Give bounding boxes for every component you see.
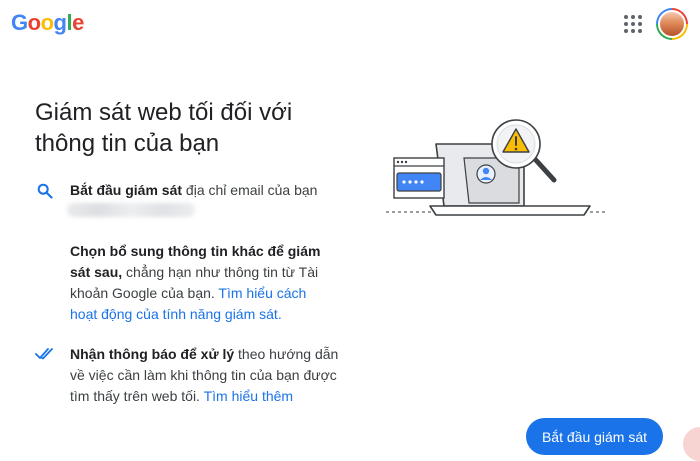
step1-bold: Bắt đầu giám sát bbox=[70, 182, 183, 198]
start-monitoring-button[interactable]: Bắt đầu giám sát bbox=[526, 418, 663, 455]
google-logo[interactable]: Google bbox=[11, 10, 84, 36]
logo-letter: o bbox=[40, 10, 54, 35]
search-icon bbox=[37, 183, 53, 199]
learn-more-link[interactable]: Tìm hiểu thêm bbox=[204, 388, 293, 404]
laptop-base-icon bbox=[429, 205, 591, 216]
dark-web-laptop-illustration bbox=[386, 119, 606, 216]
avatar-image bbox=[658, 10, 686, 38]
step-start-monitoring: Bắt đầu giám sát địa chỉ email của bạn bbox=[70, 180, 350, 201]
logo-letter: g bbox=[53, 10, 67, 35]
page-title: Giám sát web tối đối với thông tin của b… bbox=[35, 99, 293, 157]
google-apps-icon[interactable] bbox=[624, 15, 642, 33]
account-avatar[interactable] bbox=[656, 8, 688, 40]
step1-text: địa chỉ email của bạn bbox=[182, 182, 318, 198]
logo-letter: o bbox=[27, 10, 41, 35]
step-choose-more-info: Chọn bổ sung thông tin khác để giám sát … bbox=[70, 241, 335, 325]
logo-letter: G bbox=[11, 10, 28, 35]
step3-bold: Nhận thông báo để xử lý bbox=[70, 346, 235, 362]
magnifier-handle bbox=[531, 155, 557, 183]
double-check-icon bbox=[35, 348, 53, 360]
blurred-email bbox=[67, 203, 195, 217]
help-fab[interactable] bbox=[683, 427, 700, 461]
logo-letter: e bbox=[72, 10, 84, 35]
step-get-alerts: Nhận thông báo để xử lý theo hướng dẫn v… bbox=[70, 344, 340, 407]
